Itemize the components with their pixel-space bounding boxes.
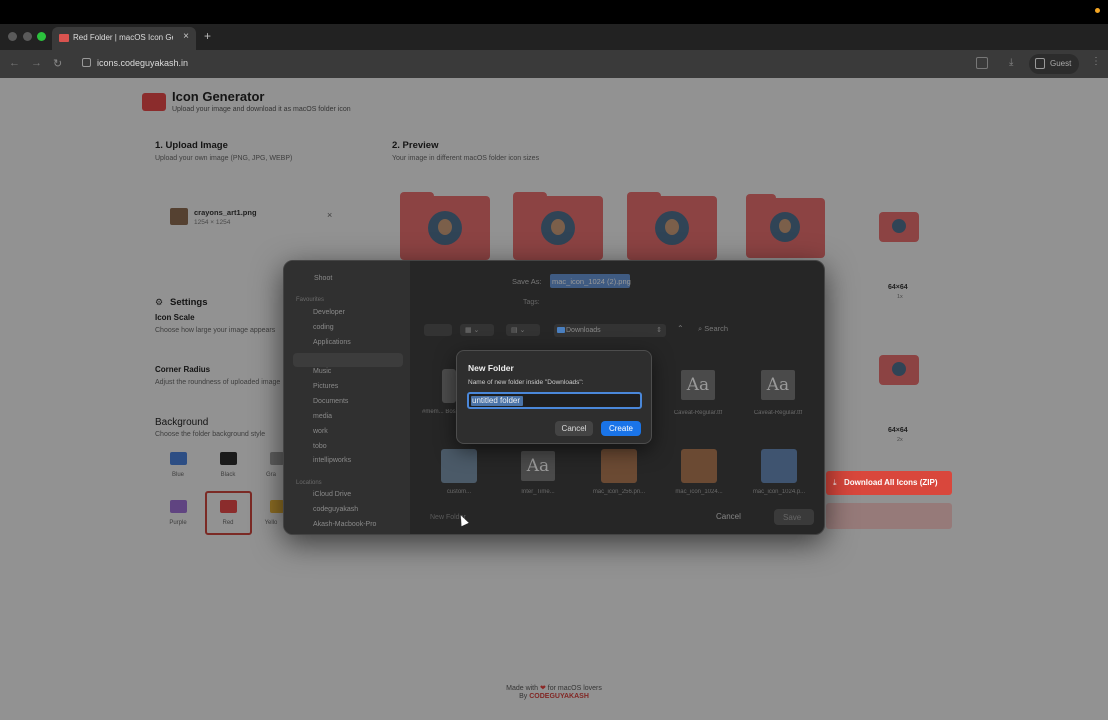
guest-label: Guest <box>1050 59 1072 68</box>
font-glyph: Aa <box>686 375 710 395</box>
image-file-thumbnail[interactable] <box>761 449 797 483</box>
address-bar: ← → ↻ icons.codeguyakash.in ⤓ Guest ⋮ <box>0 50 1108 78</box>
folder-name-value: untitled folder <box>472 396 521 405</box>
folder-favicon-icon <box>59 34 69 42</box>
folder-icon <box>557 327 565 333</box>
search-placeholder: Search <box>704 324 729 333</box>
cancel-label: Cancel <box>561 424 587 433</box>
sidebar-item-applications[interactable]: Applications <box>313 339 351 346</box>
new-folder-description: Name of new folder inside "Downloads": <box>468 379 584 386</box>
image-file-thumbnail[interactable] <box>601 449 637 483</box>
group-view-button[interactable]: ▤ ⌄ <box>506 324 540 336</box>
expand-chevron-icon[interactable]: ⌃ <box>677 324 684 333</box>
url-field[interactable]: icons.codeguyakash.in <box>97 58 188 68</box>
font-glyph: Aa <box>766 375 790 395</box>
font-file-icon[interactable]: Aa <box>521 451 555 481</box>
browser-tab-bar: Red Folder | macOS Icon Gen × + <box>0 24 1108 50</box>
updown-chevron-icon: ⇕ <box>656 327 662 334</box>
sidebar-item-icloud[interactable]: iCloud Drive <box>313 491 351 498</box>
new-tab-button[interactable]: + <box>204 29 211 43</box>
save-label: Save <box>783 513 802 522</box>
save-as-value: mac_icon_1024 (2).png <box>552 277 631 286</box>
download-all-button[interactable]: ⤓ Download All Icons (ZIP) <box>826 471 952 495</box>
sidebar-item-media[interactable]: media <box>313 413 332 420</box>
save-as-input[interactable]: mac_icon_1024 (2).png <box>550 274 670 288</box>
download-all-label: Download All Icons (ZIP) <box>844 478 938 487</box>
save-button[interactable]: Save <box>774 509 814 525</box>
zoom-window-button[interactable] <box>37 32 46 41</box>
close-window-button[interactable] <box>8 32 17 41</box>
browser-tab[interactable]: Red Folder | macOS Icon Gen × <box>52 27 196 50</box>
font-file-icon[interactable]: Aa <box>761 370 795 400</box>
folder-name-input[interactable]: untitled folder <box>467 392 642 409</box>
back-forward-buttons[interactable] <box>424 324 452 336</box>
new-folder-sheet: New Folder Name of new folder inside "Do… <box>456 350 652 444</box>
file-label: mac_icon_1024.p... <box>752 489 806 495</box>
sidebar-item-intellipworks[interactable]: intellipworks <box>313 457 351 464</box>
tab-title: Red Folder | macOS Icon Gen <box>73 33 173 42</box>
search-field[interactable]: ⌕ Search <box>698 324 728 334</box>
guest-profile-button[interactable]: Guest <box>1029 54 1079 74</box>
sidebar-item-music[interactable]: Music <box>313 368 331 375</box>
save-dialog-cancel-button[interactable]: Cancel <box>716 512 741 521</box>
file-thumbnail[interactable] <box>442 369 456 403</box>
sidebar-item-tobo[interactable]: tobo <box>313 443 327 450</box>
sidebar-item-work[interactable]: work <box>313 428 328 435</box>
new-folder-title: New Folder <box>468 363 514 373</box>
list-group-icon: ▤ ⌄ <box>511 327 526 334</box>
person-icon <box>1035 58 1045 69</box>
sidebar-item-pictures[interactable]: Pictures <box>313 383 338 390</box>
save-dialog-sidebar: Shoot Favourites Developer coding Applic… <box>284 261 410 534</box>
location-label: Downloads <box>566 327 601 334</box>
font-file-icon[interactable]: Aa <box>681 370 715 400</box>
sidebar-item-macbook[interactable]: Akash-Macbook-Pro <box>313 521 376 528</box>
tab-close-icon[interactable]: × <box>183 31 189 42</box>
file-label: mac_icon_256.pn... <box>592 489 646 495</box>
reload-icon[interactable]: ↻ <box>53 57 62 70</box>
download-icon[interactable]: ⤓ <box>1009 57 1021 69</box>
tags-label: Tags: <box>523 299 540 306</box>
sidebar-item-documents[interactable]: Documents <box>313 398 348 405</box>
screen-top-bar <box>0 0 1108 24</box>
recording-indicator-icon <box>1095 8 1100 13</box>
download-icon: ⤓ <box>833 478 837 487</box>
minimize-window-button[interactable] <box>23 32 32 41</box>
sidebar-item-shoot[interactable]: Shoot <box>314 275 332 282</box>
sidebar-locations-heading: Locations <box>296 480 322 486</box>
menu-dots-icon[interactable]: ⋮ <box>1091 56 1101 67</box>
file-label: Inter_Time... <box>521 489 555 495</box>
sidebar-item-user[interactable]: codeguyakash <box>313 506 358 513</box>
file-thumbnail[interactable] <box>441 449 477 483</box>
save-as-label: Save As: <box>512 277 542 286</box>
grid-view-icon: ▦ ⌄ <box>465 327 480 334</box>
back-arrow-icon[interactable]: ← <box>9 57 20 69</box>
location-popup[interactable]: Downloads ⇕ <box>554 324 666 337</box>
new-folder-cancel-button[interactable]: Cancel <box>555 421 593 436</box>
image-file-thumbnail[interactable] <box>681 449 717 483</box>
sidebar-selected-row <box>293 353 403 367</box>
sidebar-favourites-heading: Favourites <box>296 297 325 303</box>
forward-arrow-icon[interactable]: → <box>31 57 42 69</box>
file-label: Caveat-Regular.ttf <box>753 410 803 416</box>
file-label: Caveat-Regular.ttf <box>673 410 723 416</box>
file-label: custom... <box>446 489 472 495</box>
create-label: Create <box>608 424 633 433</box>
file-label: mac_icon_1024... <box>675 489 723 495</box>
icon-view-button[interactable]: ▦ ⌄ <box>460 324 494 336</box>
font-glyph: Aa <box>526 456 550 476</box>
sidebar-item-coding[interactable]: coding <box>313 324 334 331</box>
site-info-icon[interactable] <box>82 58 91 67</box>
cast-icon[interactable] <box>976 57 988 69</box>
sidebar-item-developer[interactable]: Developer <box>313 309 345 316</box>
create-folder-button[interactable]: Create <box>601 421 641 436</box>
